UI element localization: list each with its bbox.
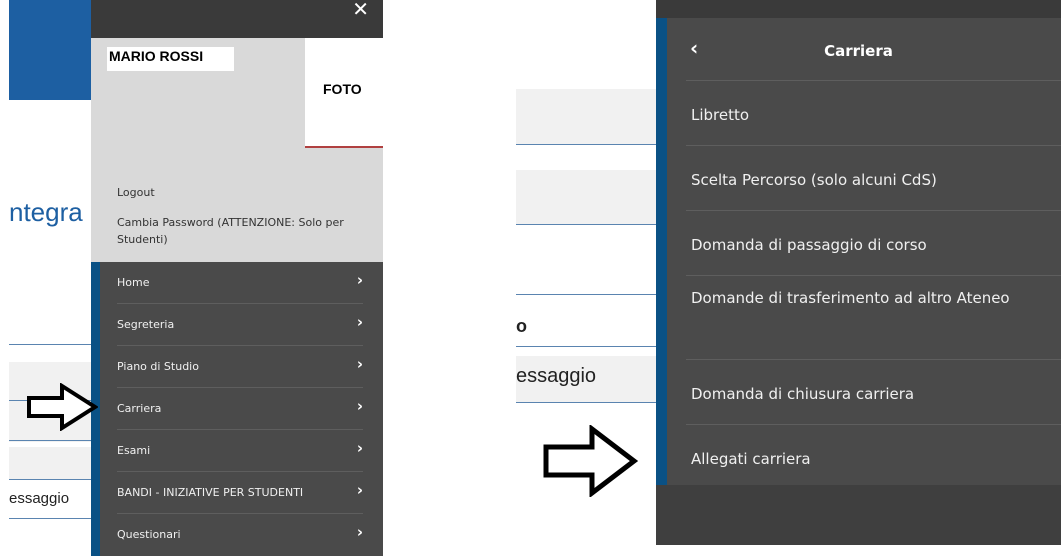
user-panel: MARIO ROSSI FOTO Logout Cambia Password … [91,38,383,262]
menu-item-questionari[interactable]: Questionari › [117,514,363,556]
chevron-right-icon: › [356,271,363,289]
label-fragment: o [516,316,527,336]
chevron-right-icon: › [356,313,363,331]
divider [516,346,656,347]
close-icon[interactable]: ✕ [352,0,369,19]
message-label-fragment: essaggio [9,490,70,507]
menu-item-label: Questionari [117,528,181,541]
submenu-header: ‹ Carriera [686,18,1061,81]
divider [516,294,656,295]
page-title-fragment: ntegra [9,197,83,227]
message-label-fragment: essaggio [516,365,597,387]
change-password-link[interactable]: Cambia Password (ATTENZIONE: Solo per St… [117,214,377,248]
submenu-item-label: Allegati carriera [691,450,811,468]
chevron-right-icon: › [356,481,363,499]
submenu-item-chiusura-carriera[interactable]: Domanda di chiusura carriera [686,360,1061,425]
menu-item-label: Esami [117,444,151,457]
submenu-item-label: Libretto [691,106,750,124]
submenu-item-allegati-carriera[interactable]: Allegati carriera [686,425,1061,490]
submenu-item-label: Scelta Percorso (solo alcuni CdS) [691,171,937,189]
divider [9,440,94,441]
submenu-item-scelta-percorso[interactable]: Scelta Percorso (solo alcuni CdS) [686,146,1061,211]
photo-label: FOTO [323,81,362,97]
menu-item-carriera[interactable]: Carriera › [117,388,363,430]
submenu-title: Carriera [824,42,893,60]
chevron-right-icon: › [356,397,363,415]
page-header-bar [9,0,94,100]
menu-top-bar [656,0,1061,18]
divider [9,344,94,345]
menu-footer [656,485,1061,545]
menu-list: Home › Segreteria › Piano di Studio › Ca… [91,262,383,556]
chevron-right-icon: › [356,523,363,541]
menu-top-bar: ✕ [91,0,383,38]
user-name: MARIO ROSSI [107,47,234,71]
submenu-item-trasferimento[interactable]: Domande di trasferimento ad altro Ateneo [686,276,1061,360]
menu-item-label: Home [117,276,150,289]
form-row [516,89,656,144]
menu-item-label: Segreteria [117,318,175,331]
menu-item-esami[interactable]: Esami › [117,430,363,472]
menu-item-home[interactable]: Home › [117,262,363,304]
form-row [9,447,94,479]
menu-item-bandi[interactable]: BANDI - INIZIATIVE PER STUDENTI › [117,472,363,514]
divider [516,402,656,403]
submenu-item-libretto[interactable]: Libretto [686,81,1061,146]
logout-link[interactable]: Logout [117,186,155,199]
divider [516,144,656,145]
divider [9,518,94,519]
arrow-right-icon [543,425,638,497]
arrow-right-icon [27,383,98,431]
submenu-list: Libretto Scelta Percorso (solo alcuni Cd… [686,81,1061,490]
submenu-item-label: Domanda di passaggio di corso [691,236,927,254]
chevron-right-icon: › [356,439,363,457]
divider [9,479,94,480]
chevron-right-icon: › [356,355,363,373]
menu-item-label: Carriera [117,402,162,415]
menu-item-piano-di-studio[interactable]: Piano di Studio › [117,346,363,388]
submenu-item-label: Domande di trasferimento ad altro Ateneo [691,289,1010,307]
menu-accent-bar [656,18,667,485]
menu-item-label: Piano di Studio [117,360,199,373]
submenu-item-label: Domanda di chiusura carriera [691,385,915,403]
side-menu: ✕ MARIO ROSSI FOTO Logout Cambia Passwor… [91,0,383,556]
career-submenu: ‹ Carriera Libretto Scelta Percorso (sol… [656,0,1061,545]
menu-item-label: BANDI - INIZIATIVE PER STUDENTI [117,486,304,499]
submenu-item-passaggio-corso[interactable]: Domanda di passaggio di corso [686,211,1061,276]
menu-item-segreteria[interactable]: Segreteria › [117,304,363,346]
form-row [516,170,656,224]
user-photo: FOTO [305,38,383,148]
divider [516,224,656,225]
